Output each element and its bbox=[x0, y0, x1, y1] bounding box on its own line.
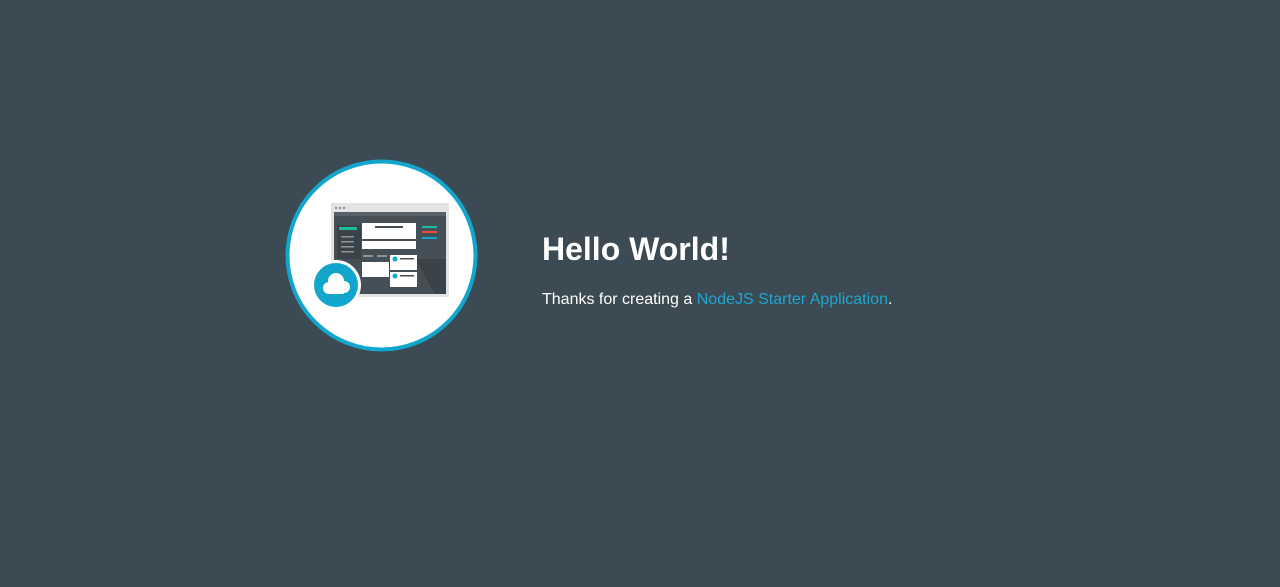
app-window-cloud-icon bbox=[285, 159, 478, 352]
app-logo bbox=[285, 159, 478, 352]
page-title: Hello World! bbox=[542, 231, 730, 267]
welcome-content: Hello World! Thanks for creating a NodeJ… bbox=[542, 230, 1142, 310]
page: Hello World! Thanks for creating a NodeJ… bbox=[0, 0, 1280, 587]
nodejs-starter-link[interactable]: NodeJS Starter Application bbox=[697, 291, 888, 308]
message-suffix: . bbox=[887, 291, 893, 308]
message-prefix: Thanks for creating a bbox=[542, 291, 697, 308]
welcome-message: Thanks for creating a NodeJS Starter App… bbox=[542, 290, 1142, 310]
